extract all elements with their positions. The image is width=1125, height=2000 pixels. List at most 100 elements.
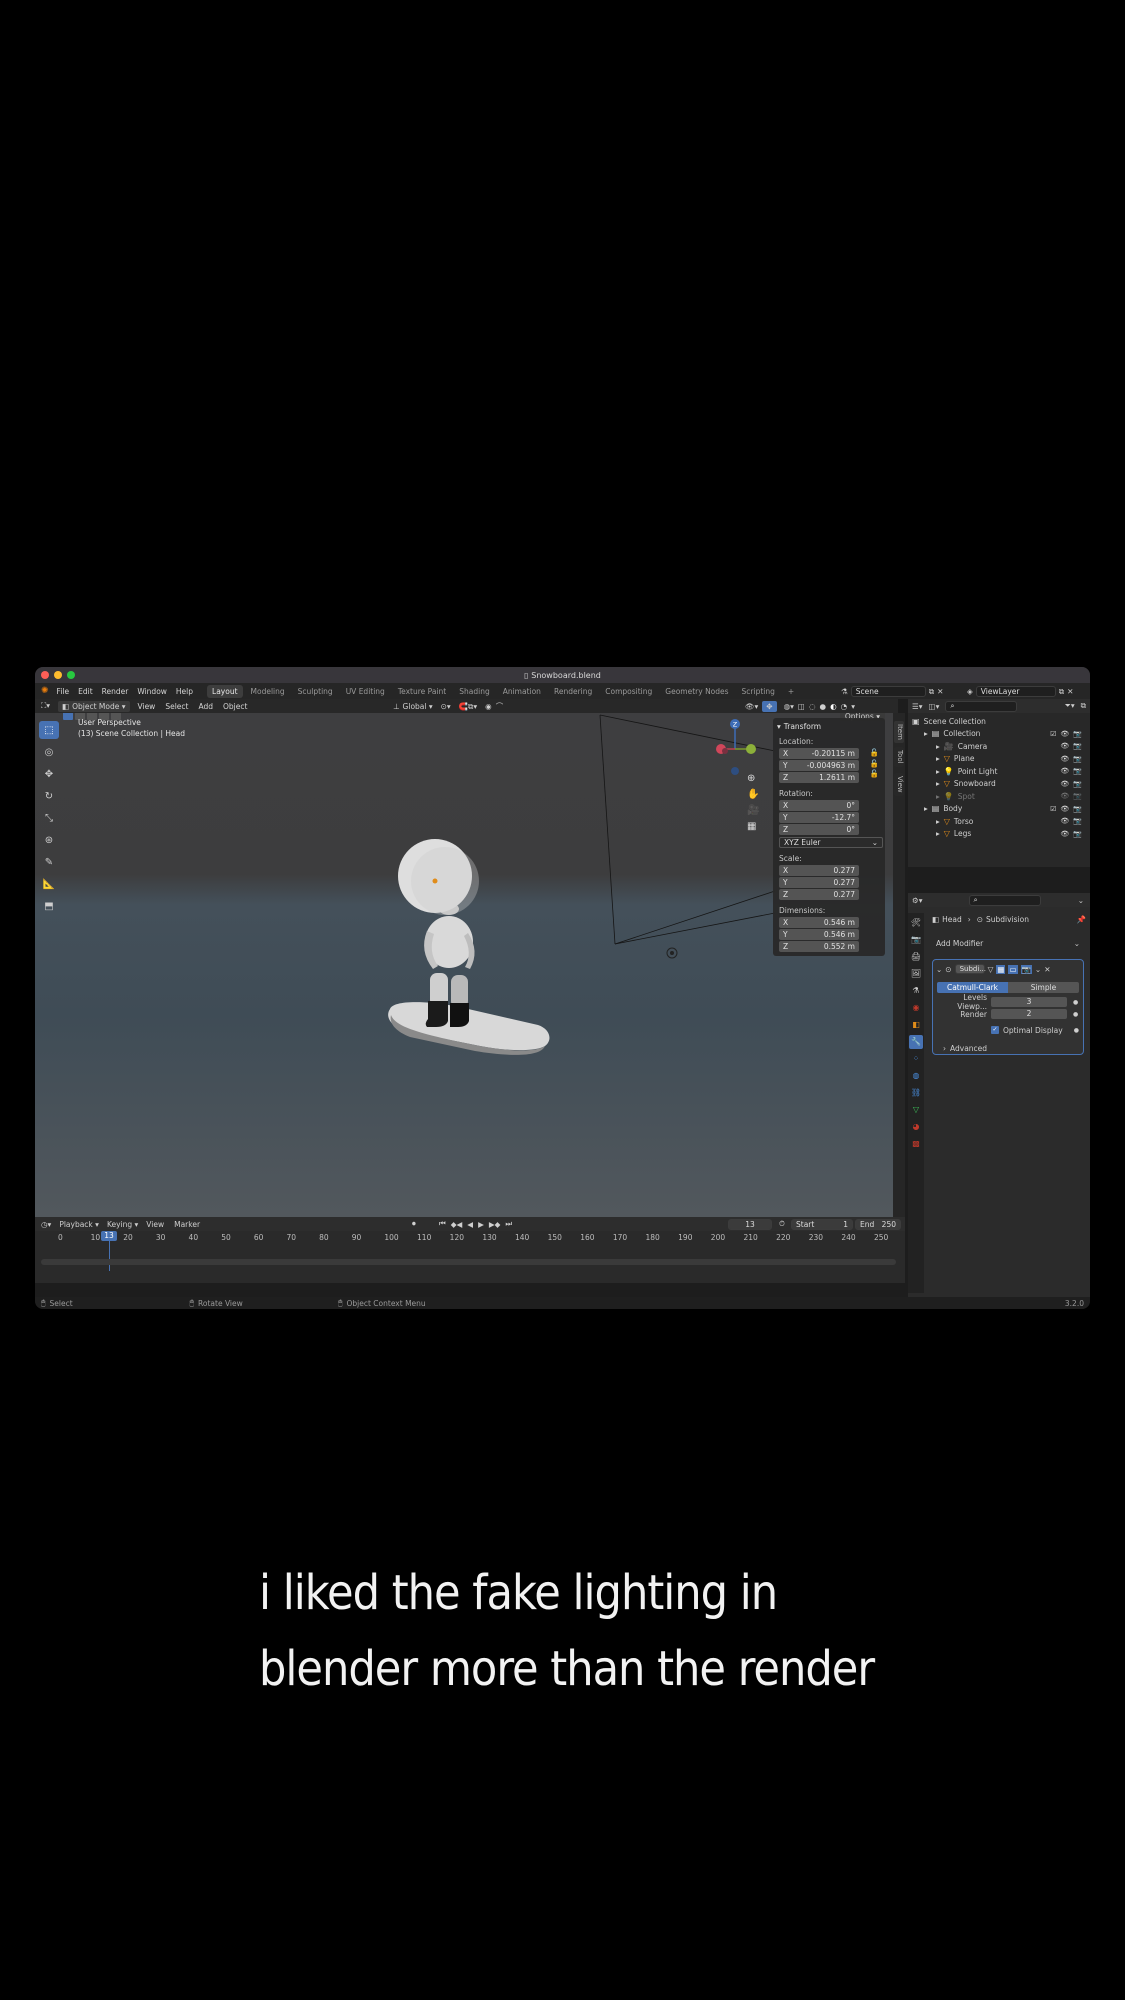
filter-icon[interactable]: ⏷▾ [1065, 701, 1075, 711]
lock-icon[interactable]: 🔓 [870, 769, 879, 778]
viewport-menu-object[interactable]: Object [223, 702, 247, 711]
cursor-tool-icon[interactable]: ◎ [39, 743, 59, 761]
location-x-field[interactable]: X -0.20115 m [779, 748, 859, 759]
menu-render[interactable]: Render [102, 687, 129, 696]
lock-icon[interactable]: 🔓 [870, 748, 879, 757]
prev-keyframe-icon[interactable]: ◆◀ [451, 1220, 463, 1229]
rotation-mode-dropdown[interactable]: XYZ Euler ⌄ [779, 837, 883, 848]
eye-icon[interactable]: 👁 [1060, 742, 1069, 750]
disclosure-icon[interactable]: ▸ [936, 767, 940, 776]
rotate-tool-icon[interactable]: ↻ [39, 787, 59, 805]
outliner-root-row[interactable]: ▣ Scene Collection [912, 715, 1086, 728]
keying-menu[interactable]: Keying ▾ [107, 1220, 138, 1229]
outliner-search-input[interactable]: ⌕ [945, 700, 1018, 712]
play-reverse-icon[interactable]: ◀ [467, 1220, 473, 1229]
texture-tab-icon[interactable]: ▩ [909, 1137, 923, 1151]
menu-edit[interactable]: Edit [78, 687, 93, 696]
add-modifier-dropdown[interactable]: Add Modifier ⌄ [932, 937, 1084, 949]
camera-render-icon[interactable]: 📷 [1073, 830, 1082, 838]
properties-editor-icon[interactable]: ⚙▾ [912, 896, 923, 905]
transform-panel-header[interactable]: ▾ Transform [777, 722, 881, 731]
outliner-item-snowboard[interactable]: ▸▽Snowboard☑👁📷 [912, 778, 1086, 791]
record-icon[interactable]: ⏺ [412, 1219, 416, 1229]
scene-selector[interactable]: Scene [850, 686, 926, 697]
render-levels-field[interactable]: 2 [991, 1009, 1067, 1019]
navigation-gizmo[interactable]: Z [716, 719, 756, 775]
blender-logo-icon[interactable]: ✺ [41, 686, 49, 696]
gizmo-y-axis[interactable] [746, 744, 756, 754]
overlay-icon[interactable]: ◍▾ [784, 702, 794, 711]
scale-y-field[interactable]: Y 0.277 [779, 877, 859, 888]
transform-tool-icon[interactable]: ⊛ [39, 831, 59, 849]
data-tab-icon[interactable]: ▽ [909, 1103, 923, 1117]
disclosure-icon[interactable]: ▸ [936, 829, 940, 838]
advanced-subpanel[interactable]: › Advanced [943, 1043, 1079, 1053]
eye-icon[interactable]: 👁 [1060, 755, 1069, 763]
disclosure-icon[interactable]: ▸ [924, 729, 928, 738]
select-box-tool-icon[interactable]: ⬚ [39, 721, 59, 739]
end-frame-field[interactable]: End 250 [855, 1218, 901, 1230]
workspace-tab-animation[interactable]: Animation [498, 685, 546, 698]
falloff-icon[interactable]: ⌒ [496, 701, 504, 712]
location-y-field[interactable]: Y -0.004963 m [779, 760, 859, 771]
eye-icon[interactable]: 👁 [1060, 767, 1069, 775]
workspace-tab-layout[interactable]: Layout [207, 684, 243, 698]
outliner-item-torso[interactable]: ▸▽Torso☑👁📷 [912, 815, 1086, 828]
play-icon[interactable]: ▶ [478, 1220, 484, 1229]
annotate-tool-icon[interactable]: ✎ [39, 853, 59, 871]
rotation-z-field[interactable]: Z 0° [779, 824, 859, 835]
rendered-shading-icon[interactable]: ◔ [841, 702, 848, 711]
gizmo-neg-x-axis[interactable] [722, 748, 728, 754]
rotation-y-field[interactable]: Y -12.7° [779, 812, 859, 823]
workspace-tab-rendering[interactable]: Rendering [549, 685, 597, 698]
checkbox-icon[interactable]: ☑ [1050, 730, 1056, 738]
rotation-x-field[interactable]: X 0° [779, 800, 859, 811]
add-cube-tool-icon[interactable]: ⬒ [39, 897, 59, 915]
scene-close-icon[interactable]: ✕ [937, 687, 943, 696]
zoom-icon[interactable]: ⊕ [747, 773, 759, 784]
wireframe-shading-icon[interactable]: ◌ [809, 702, 816, 711]
modifier-menu-icon[interactable]: ⌄ [1035, 965, 1041, 974]
move-tool-icon[interactable]: ✥ [39, 765, 59, 783]
world-tab-icon[interactable]: ◉ [909, 1001, 923, 1015]
viewport-menu-select[interactable]: Select [165, 702, 188, 711]
tool-tab-icon[interactable]: 🛠 [909, 916, 923, 930]
render-toggle-icon[interactable]: 📷 [1020, 964, 1032, 974]
close-window-button[interactable] [41, 671, 49, 679]
timeline-editor-icon[interactable]: ◷▾ [41, 1220, 51, 1229]
new-collection-icon[interactable]: ⧉ [1081, 701, 1086, 711]
pin-icon[interactable]: 📌 [1077, 915, 1086, 924]
start-frame-field[interactable]: Start 1 [791, 1218, 853, 1230]
eye-icon[interactable]: 👁 [1060, 805, 1069, 813]
object-tab-icon[interactable]: ◧ [909, 1018, 923, 1032]
close-icon[interactable]: ✕ [1044, 965, 1050, 974]
scale-z-field[interactable]: Z 0.277 [779, 889, 859, 900]
workspace-tab-compositing[interactable]: Compositing [600, 685, 657, 698]
viewport-menu-view[interactable]: View [138, 702, 156, 711]
playhead[interactable]: 13 [101, 1231, 117, 1241]
properties-search-input[interactable]: ⌕ [968, 894, 1041, 906]
ortho-grid-icon[interactable]: ▦ [747, 821, 759, 832]
disclosure-icon[interactable]: ▸ [936, 754, 940, 763]
outliner-item-body[interactable]: ▸ ▤ Body ☑ 👁 📷 [912, 803, 1086, 816]
disclosure-icon[interactable]: ▸ [936, 742, 940, 751]
orientation-dropdown[interactable]: Global ▾ [403, 702, 433, 711]
collapse-icon[interactable]: ⌄ [936, 965, 942, 974]
simple-option[interactable]: Simple [1008, 982, 1079, 993]
camera-render-icon[interactable]: 📷 [1073, 730, 1082, 738]
next-keyframe-icon[interactable]: ▶◆ [489, 1220, 501, 1229]
checkbox-icon[interactable]: ☑ [1050, 805, 1056, 813]
new-view-layer-icon[interactable]: ⧉ [1059, 687, 1064, 697]
menu-file[interactable]: File [57, 687, 70, 696]
disclosure-icon[interactable]: ▸ [936, 817, 940, 826]
add-workspace-button[interactable]: + [783, 685, 799, 698]
view-layer-tab-icon[interactable]: 🖼 [909, 967, 923, 981]
modifier-name-field[interactable]: Subdi... [954, 964, 986, 974]
dimensions-z-field[interactable]: Z 0.552 m [779, 941, 859, 952]
legs-mesh[interactable] [425, 973, 469, 1027]
workspace-tab-modeling[interactable]: Modeling [246, 685, 290, 698]
new-scene-icon[interactable]: ⧉ [929, 687, 934, 697]
display-mode-icon[interactable]: ◫▾ [929, 702, 940, 711]
workspace-tab-scripting[interactable]: Scripting [737, 685, 780, 698]
cage-toggle-icon[interactable]: ▦ [996, 964, 1006, 974]
